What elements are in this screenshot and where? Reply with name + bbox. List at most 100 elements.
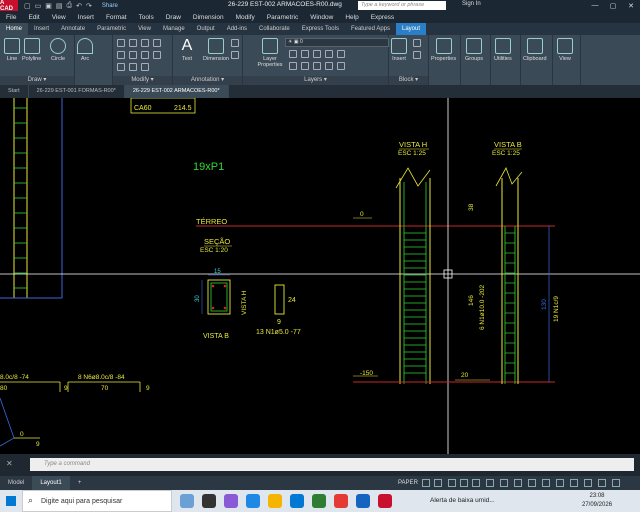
- layer-previous-icon[interactable]: [301, 62, 309, 70]
- move-icon[interactable]: [117, 39, 125, 47]
- ribbon-tab-view[interactable]: View: [132, 23, 157, 35]
- close-icon[interactable]: ✕: [622, 0, 640, 11]
- stretch-icon[interactable]: [117, 63, 125, 71]
- table-icon[interactable]: [231, 51, 239, 59]
- layer-state-icon[interactable]: [289, 50, 297, 58]
- excel-icon[interactable]: [312, 494, 326, 508]
- redo-icon[interactable]: ↷: [86, 2, 92, 10]
- view-tool[interactable]: View: [557, 38, 573, 62]
- circle-tool[interactable]: Circle: [50, 38, 66, 62]
- ribbon-tab-layout[interactable]: Layout: [396, 23, 427, 35]
- chrome-icon[interactable]: [334, 494, 348, 508]
- layout-tab[interactable]: +: [70, 476, 90, 490]
- help-search-input[interactable]: Type a keyword or phrase: [358, 1, 446, 10]
- new-file-icon[interactable]: ▢: [24, 2, 31, 10]
- ribbon-tab-output[interactable]: Output: [191, 23, 221, 35]
- gear-icon[interactable]: [556, 479, 564, 487]
- draw-panel-title[interactable]: Draw ▾: [0, 76, 74, 85]
- ribbon-tab-featured-apps[interactable]: Featured Apps: [345, 23, 396, 35]
- isolate-icon[interactable]: [570, 479, 578, 487]
- rotate-icon[interactable]: [129, 39, 137, 47]
- maximize-icon[interactable]: ▢: [604, 0, 622, 11]
- menu-tools[interactable]: Tools: [139, 14, 154, 21]
- layer-properties-tool[interactable]: Layer Properties: [255, 38, 285, 68]
- menu-modify[interactable]: Modify: [236, 14, 255, 21]
- ribbon-tab-insert[interactable]: Insert: [28, 23, 55, 35]
- copy-icon[interactable]: [117, 51, 125, 59]
- layer-match-icon[interactable]: [289, 62, 297, 70]
- start-button[interactable]: [0, 490, 22, 512]
- task-view-icon[interactable]: [202, 494, 216, 508]
- saveas-icon[interactable]: ▤: [56, 2, 63, 10]
- menu-insert[interactable]: Insert: [78, 14, 94, 21]
- line-tool[interactable]: Line: [4, 38, 20, 62]
- grid-icon[interactable]: [422, 479, 430, 487]
- menu-file[interactable]: File: [6, 14, 16, 21]
- menu-help[interactable]: Help: [345, 14, 358, 21]
- command-input[interactable]: Type a command: [30, 458, 634, 471]
- groups-tool[interactable]: Groups: [465, 38, 483, 62]
- lineweight-icon[interactable]: [486, 479, 494, 487]
- ribbon-tab-home[interactable]: Home: [0, 23, 29, 35]
- drawing-canvas[interactable]: CA60 214.5 19xP1 TÉRREO SEÇÃO ESC 1:20 1…: [0, 98, 640, 454]
- annotation-scale-icon[interactable]: [528, 479, 536, 487]
- polar-icon[interactable]: [460, 479, 468, 487]
- create-block-icon[interactable]: [413, 39, 421, 47]
- layout-tab[interactable]: Model: [0, 476, 32, 490]
- taskbar-clock[interactable]: 23:08 27/09/2026: [582, 492, 612, 510]
- document-tab[interactable]: Start: [0, 85, 29, 98]
- document-tab[interactable]: 26-229 EST-001 FORMAS-R00*: [29, 85, 125, 98]
- leader-icon[interactable]: [231, 39, 239, 47]
- menu-parametric[interactable]: Parametric: [267, 14, 298, 21]
- sign-in-button[interactable]: Sign In: [462, 1, 481, 7]
- layer-freeze-icon[interactable]: [325, 50, 333, 58]
- menu-format[interactable]: Format: [106, 14, 127, 21]
- trim-icon[interactable]: [141, 39, 149, 47]
- mirror-icon[interactable]: [129, 51, 137, 59]
- menu-dimension[interactable]: Dimension: [193, 14, 224, 21]
- array-icon[interactable]: [141, 51, 149, 59]
- text-tool[interactable]: A Text: [179, 38, 195, 63]
- customization-icon[interactable]: [612, 479, 620, 487]
- layer-walk-icon[interactable]: [313, 62, 321, 70]
- open-icon[interactable]: ▭: [35, 2, 42, 10]
- close-command-icon[interactable]: ✕: [6, 459, 13, 468]
- modify-panel-title[interactable]: Modify ▾: [113, 76, 172, 85]
- selection-cycling-icon[interactable]: [514, 479, 522, 487]
- taskbar-search-input[interactable]: Digite aqui para pesquisar: [22, 490, 172, 512]
- offset-icon[interactable]: [153, 51, 161, 59]
- ribbon-tab-collaborate[interactable]: Collaborate: [253, 23, 296, 35]
- annotation-panel-title[interactable]: Annotation ▾: [173, 76, 242, 85]
- undo-icon[interactable]: ↶: [76, 2, 82, 10]
- snap-icon[interactable]: [434, 479, 442, 487]
- paper-space-toggle[interactable]: PAPER: [398, 476, 418, 490]
- clean-screen-icon[interactable]: [598, 479, 606, 487]
- layer-merge-icon[interactable]: [325, 62, 333, 70]
- layer-lock-icon[interactable]: [337, 50, 345, 58]
- edit-block-icon[interactable]: [413, 51, 421, 59]
- osnap-icon[interactable]: [472, 479, 480, 487]
- hardware-acceleration-icon[interactable]: [584, 479, 592, 487]
- block-panel-title[interactable]: Block ▾: [389, 76, 428, 85]
- ribbon-tab-add-ins[interactable]: Add-ins: [221, 23, 253, 35]
- properties-tool[interactable]: Properties: [431, 38, 456, 62]
- plot-icon[interactable]: ⎙: [67, 2, 73, 10]
- copilot-icon[interactable]: [224, 494, 238, 508]
- ribbon-tab-annotate[interactable]: Annotate: [55, 23, 91, 35]
- app-logo[interactable]: A CAD: [0, 0, 18, 12]
- ribbon-tab-parametric[interactable]: Parametric: [91, 23, 132, 35]
- weather-alert[interactable]: Alerta de baixa umid...: [430, 497, 495, 504]
- utilities-tool[interactable]: Utilities: [494, 38, 512, 62]
- transparency-icon[interactable]: [500, 479, 508, 487]
- ortho-icon[interactable]: [448, 479, 456, 487]
- layer-off-icon[interactable]: [301, 50, 309, 58]
- store-icon[interactable]: [290, 494, 304, 508]
- layer-dropdown[interactable]: ☀ ▣ 0: [285, 38, 389, 47]
- menu-edit[interactable]: Edit: [28, 14, 39, 21]
- document-tab[interactable]: 26-229 EST-002 ARMACOES-R00*: [124, 85, 229, 98]
- scale-icon[interactable]: [129, 63, 137, 71]
- word-icon[interactable]: [356, 494, 370, 508]
- polyline-tool[interactable]: Polyline: [22, 38, 41, 62]
- share-button[interactable]: Share: [102, 3, 118, 9]
- insert-tool[interactable]: Insert: [391, 38, 407, 62]
